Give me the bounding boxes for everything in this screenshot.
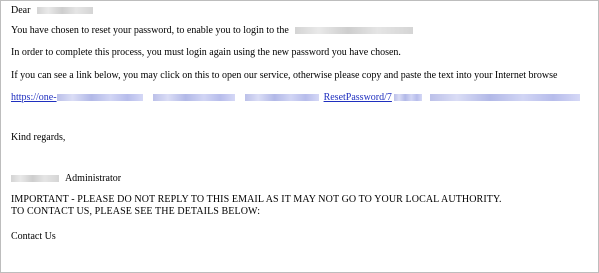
closing-line: Kind regards, [11, 132, 65, 144]
reset-password-link[interactable]: https://one- ResetPassword/7 [11, 92, 580, 104]
process-line: In order to complete this process, you m… [11, 47, 401, 59]
contact-heading-text: Contact Us [11, 231, 56, 242]
redacted-service-name [295, 27, 414, 35]
important-notice-text-2: TO CONTACT US, PLEASE SEE THE DETAILS BE… [11, 206, 261, 217]
signature-line: Administrator [11, 173, 121, 185]
redacted-link-segment-1[interactable] [56, 94, 143, 102]
redacted-authority-name [11, 175, 59, 183]
redacted-link-segment-3[interactable] [244, 94, 319, 102]
important-notice-line-2: TO CONTACT US, PLEASE SEE THE DETAILS BE… [11, 206, 260, 218]
link-instructions-text: If you can see a link below, you may cli… [11, 70, 558, 81]
contact-heading-line: Contact Us [11, 231, 56, 243]
important-notice-text-1: IMPORTANT - PLEASE DO NOT REPLY TO THIS … [11, 194, 502, 205]
link-instructions-line: If you can see a link below, you may cli… [11, 70, 557, 82]
greeting-line: Dear [11, 5, 93, 17]
redacted-link-segment-2[interactable] [152, 94, 235, 102]
signature-role-text: Administrator [64, 173, 122, 184]
reset-link-prefix[interactable]: https://one- [11, 92, 57, 103]
reset-notice-text: You have chosen to reset your password, … [11, 25, 289, 36]
email-body: Dear You have chosen to reset your passw… [0, 0, 599, 273]
important-notice-line-1: IMPORTANT - PLEASE DO NOT REPLY TO THIS … [11, 194, 502, 206]
redacted-link-segment-5[interactable] [429, 94, 580, 102]
redacted-recipient-name [36, 7, 93, 15]
reset-notice-line: You have chosen to reset your password, … [11, 25, 414, 37]
reset-link-middle[interactable]: ResetPassword/7 [324, 92, 392, 103]
greeting-text: Dear [11, 5, 31, 16]
process-text: In order to complete this process, you m… [11, 47, 401, 58]
redacted-link-segment-4[interactable] [393, 94, 422, 102]
closing-text: Kind regards, [11, 132, 66, 143]
